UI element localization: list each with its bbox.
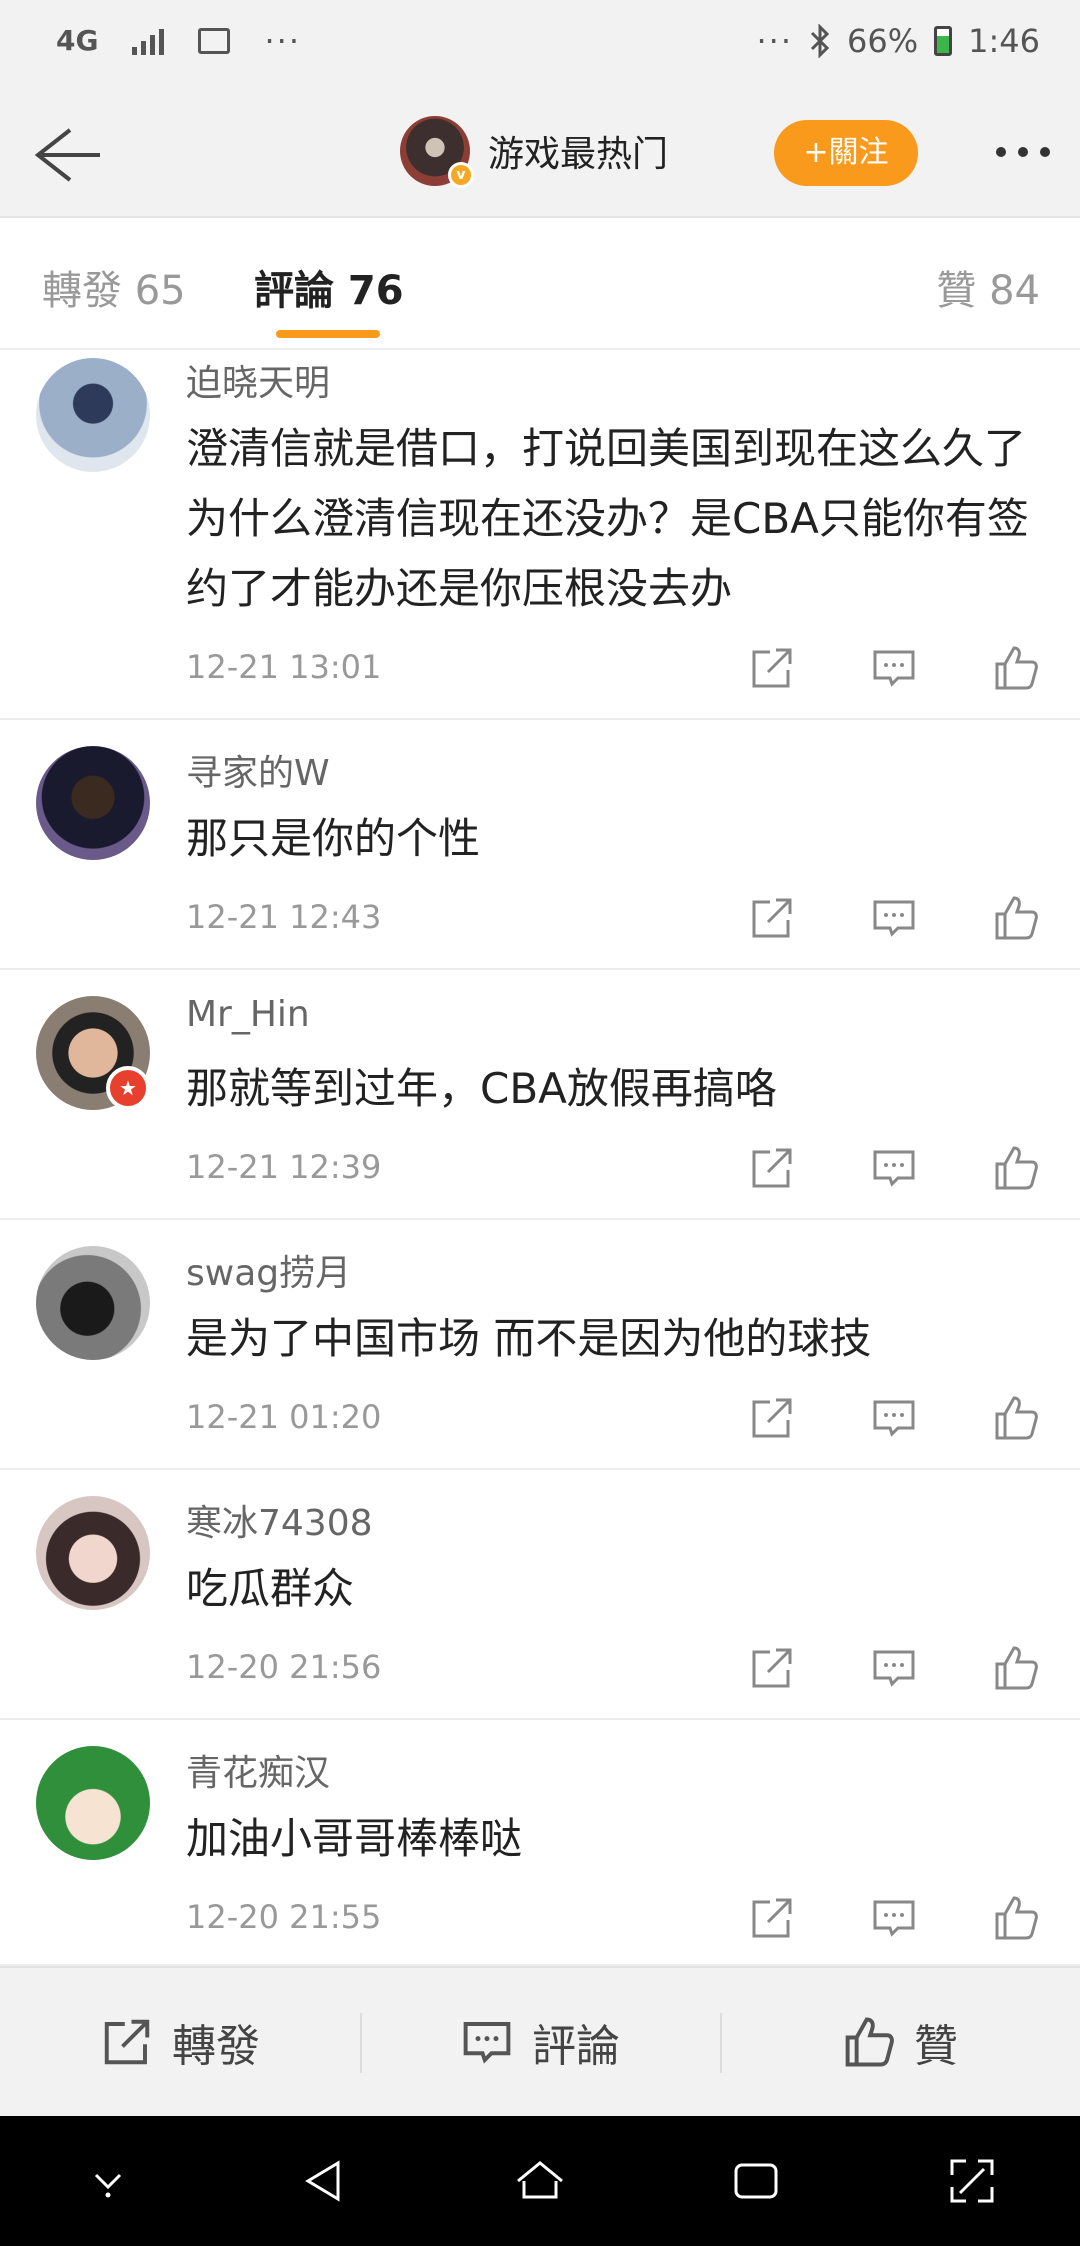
comment-list: 迫晓天明 澄清信就是借口，打说回美国到现在这么久了为什么澄清信现在还没办？是CB… <box>0 350 1080 1966</box>
clock: 1:46 <box>968 22 1040 60</box>
repost-label: 轉發 <box>172 2021 260 2072</box>
like-icon[interactable] <box>992 644 1040 692</box>
more-notifications: ··· <box>264 22 301 60</box>
battery-percent: 66% <box>847 22 919 60</box>
repost-icon[interactable] <box>748 894 796 942</box>
comment-username[interactable]: 寻家的W <box>186 744 330 796</box>
user-avatar[interactable] <box>36 1746 150 1860</box>
repost-icon[interactable] <box>748 1644 796 1692</box>
user-avatar[interactable] <box>36 1496 150 1610</box>
active-tab-indicator <box>276 330 380 338</box>
account-info[interactable]: v 游戏最热门 <box>400 116 668 188</box>
comment-icon[interactable] <box>870 894 918 942</box>
like-icon[interactable] <box>992 1144 1040 1192</box>
like-button[interactable]: 贊 <box>720 1968 1080 2116</box>
like-icon[interactable] <box>992 1394 1040 1442</box>
user-avatar[interactable] <box>36 358 150 472</box>
comment-text: 是为了中国市场 而不是因为他的球技 <box>186 1314 872 1363</box>
comment-time: 12-21 12:39 <box>186 1148 382 1186</box>
comment-icon[interactable] <box>870 1394 918 1442</box>
top-header: v 游戏最热门 +關注 <box>0 92 1080 218</box>
comment-username[interactable]: 青花痴汉 <box>186 1744 330 1796</box>
comment-button[interactable]: 評論 <box>360 1968 720 2116</box>
bluetooth-icon <box>810 24 830 58</box>
comment-text: 吃瓜群众 <box>186 1564 355 1613</box>
comment-time: 12-20 21:56 <box>186 1648 382 1686</box>
comment-time: 12-21 12:43 <box>186 898 382 936</box>
comment-icon[interactable] <box>870 1894 918 1942</box>
signal-icon <box>132 27 165 55</box>
like-icon[interactable] <box>992 1894 1040 1942</box>
comment-time: 12-20 21:55 <box>186 1898 382 1936</box>
comment-item: 寒冰74308 吃瓜群众 12-20 21:56 <box>0 1470 1080 1720</box>
back-nav-icon[interactable] <box>294 2151 354 2211</box>
comment-item: 青花痴汉 加油小哥哥棒棒哒 12-20 21:55 <box>0 1720 1080 1966</box>
system-nav-bar <box>0 2116 1080 2246</box>
network-indicator: 4G <box>56 24 99 57</box>
comment-text: 那就等到过年，CBA放假再搞咯 <box>186 1064 777 1113</box>
comment-item: swag捞月 是为了中国市场 而不是因为他的球技 12-21 01:20 <box>0 1220 1080 1470</box>
comment-text: 加油小哥哥棒棒哒 <box>186 1814 523 1863</box>
comment-text: 那只是你的个性 <box>186 814 481 863</box>
status-bar: 4G ··· ··· 66% 1:46 <box>0 0 1080 92</box>
tab-comments[interactable]: 評論 76 <box>254 258 404 316</box>
back-arrow-icon[interactable] <box>26 120 106 190</box>
vip-badge-icon: ★ <box>106 1066 150 1110</box>
comment-username[interactable]: swag捞月 <box>186 1244 351 1296</box>
more-options-icon[interactable] <box>996 132 1050 172</box>
hide-keyboard-icon[interactable] <box>78 2151 138 2211</box>
like-label: 贊 <box>914 2021 958 2072</box>
comment-item: ★ Mr_Hin 那就等到过年，CBA放假再搞咯 12-21 12:39 <box>0 970 1080 1220</box>
comment-username[interactable]: 迫晓天明 <box>186 354 330 406</box>
comment-label: 評論 <box>532 2021 620 2072</box>
comment-icon[interactable] <box>870 1144 918 1192</box>
comment-text: 澄清信就是借口，打说回美国到现在这么久了为什么澄清信现在还没办？是CBA只能你有… <box>186 424 1029 613</box>
repost-button[interactable]: 轉發 <box>0 1968 360 2116</box>
tab-bar: 轉發 65 評論 76 贊 84 <box>0 218 1080 350</box>
recents-nav-icon[interactable] <box>726 2151 786 2211</box>
bottom-action-bar: 轉發 評論 贊 <box>0 1966 1080 2116</box>
user-avatar[interactable] <box>36 746 150 860</box>
comment-time: 12-21 13:01 <box>186 648 382 686</box>
image-notification-icon <box>198 28 231 54</box>
comment-username[interactable]: 寒冰74308 <box>186 1494 373 1546</box>
follow-button[interactable]: +關注 <box>774 120 918 186</box>
comment-username[interactable]: Mr_Hin <box>186 994 310 1035</box>
screenshot-expand-icon[interactable] <box>942 2151 1002 2211</box>
tab-repost[interactable]: 轉發 65 <box>42 258 186 316</box>
battery-icon <box>934 26 953 56</box>
home-nav-icon[interactable] <box>510 2151 570 2211</box>
user-avatar[interactable] <box>36 1246 150 1360</box>
repost-icon[interactable] <box>748 644 796 692</box>
comment-item: 寻家的W 那只是你的个性 12-21 12:43 <box>0 720 1080 970</box>
like-icon[interactable] <box>992 894 1040 942</box>
comment-icon[interactable] <box>870 1644 918 1692</box>
comment-time: 12-21 01:20 <box>186 1398 382 1436</box>
comment-item: 迫晓天明 澄清信就是借口，打说回美国到现在这么久了为什么澄清信现在还没办？是CB… <box>0 350 1080 720</box>
comment-icon <box>463 2022 511 2064</box>
repost-icon[interactable] <box>748 1894 796 1942</box>
more-status: ··· <box>756 22 794 60</box>
repost-icon <box>104 2019 150 2065</box>
tab-likes[interactable]: 贊 84 <box>936 258 1040 316</box>
verified-badge-icon: v <box>448 162 474 188</box>
comment-icon[interactable] <box>870 644 918 692</box>
account-avatar[interactable]: v <box>400 116 474 188</box>
like-icon[interactable] <box>992 1644 1040 1692</box>
account-name[interactable]: 游戏最热门 <box>488 125 668 177</box>
like-icon <box>845 2017 894 2067</box>
repost-icon[interactable] <box>748 1394 796 1442</box>
repost-icon[interactable] <box>748 1144 796 1192</box>
